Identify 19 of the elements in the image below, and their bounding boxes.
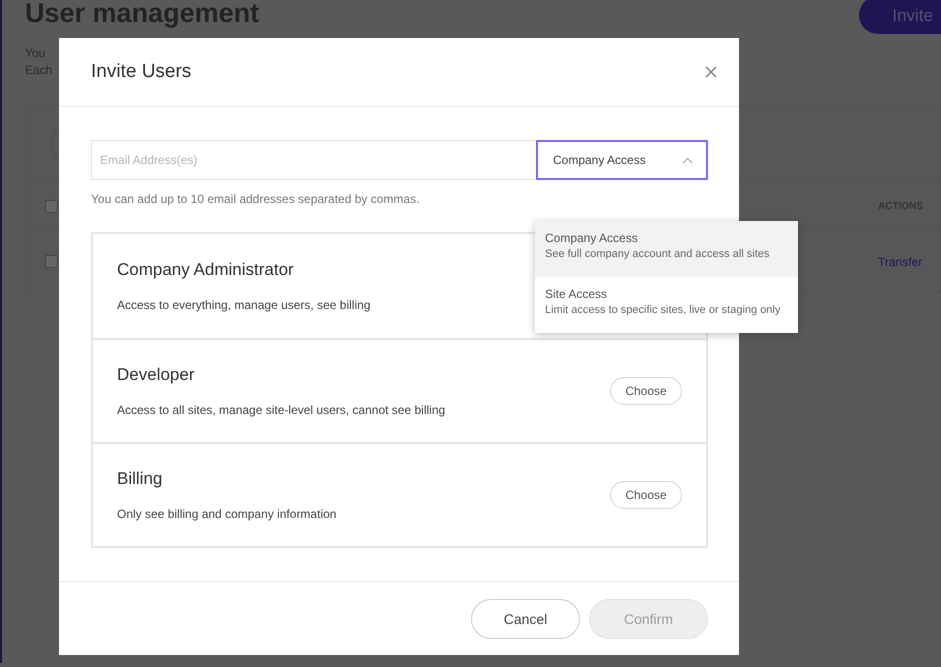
role-description: Only see billing and company information — [117, 507, 336, 521]
close-icon[interactable] — [705, 66, 717, 78]
hint-text: You can add up to 10 email addresses separated by commas. — [91, 192, 420, 206]
role-name: Company Administrator — [117, 260, 294, 280]
dialog-title: Invite Users — [91, 61, 192, 83]
caret-icon — [682, 156, 693, 164]
choose-button[interactable]: Choose — [610, 481, 682, 509]
row-checkbox[interactable] — [45, 255, 58, 268]
email-field[interactable]: Email Address(es) — [91, 140, 536, 180]
access-option[interactable]: Company Access See full company account and access all sites — [535, 221, 798, 277]
dialog-button[interactable]: Cancel — [471, 598, 580, 638]
role-description: Access to all sites, manage site-level users, cannot see billing — [117, 403, 446, 417]
role-name: Billing — [117, 469, 162, 489]
role-name: Developer — [117, 365, 194, 385]
choose-button[interactable]: Choose — [610, 377, 682, 405]
role-description: Access to everything, manage users, see billing — [117, 298, 370, 312]
access-option[interactable]: Site Access Limit access to specific sites, live or staging only — [535, 277, 798, 333]
access-dropdown[interactable]: Company Access — [536, 140, 708, 180]
select-all-checkbox[interactable] — [45, 200, 58, 212]
